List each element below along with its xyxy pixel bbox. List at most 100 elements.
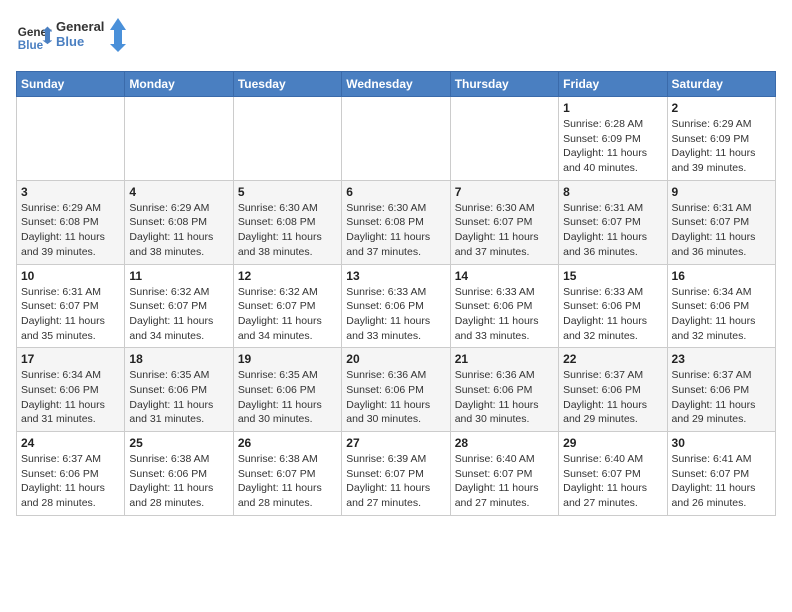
day-info: Sunrise: 6:38 AM Sunset: 6:07 PM Dayligh… bbox=[238, 452, 337, 511]
day-number: 15 bbox=[563, 269, 662, 283]
svg-text:Blue: Blue bbox=[18, 38, 44, 51]
day-number: 27 bbox=[346, 436, 445, 450]
day-number: 10 bbox=[21, 269, 120, 283]
day-number: 20 bbox=[346, 352, 445, 366]
day-number: 5 bbox=[238, 185, 337, 199]
logo: General Blue General Blue bbox=[16, 16, 126, 59]
day-info: Sunrise: 6:33 AM Sunset: 6:06 PM Dayligh… bbox=[455, 285, 554, 344]
calendar-cell: 14Sunrise: 6:33 AM Sunset: 6:06 PM Dayli… bbox=[450, 264, 558, 348]
day-info: Sunrise: 6:29 AM Sunset: 6:08 PM Dayligh… bbox=[21, 201, 120, 260]
day-info: Sunrise: 6:37 AM Sunset: 6:06 PM Dayligh… bbox=[672, 368, 771, 427]
day-info: Sunrise: 6:37 AM Sunset: 6:06 PM Dayligh… bbox=[563, 368, 662, 427]
calendar-cell: 18Sunrise: 6:35 AM Sunset: 6:06 PM Dayli… bbox=[125, 348, 233, 432]
day-number: 12 bbox=[238, 269, 337, 283]
calendar-cell: 12 Sunrise: 6:32 AM Sunset: 6:07 PM Dayli… bbox=[233, 264, 341, 348]
calendar-cell: 13Sunrise: 6:33 AM Sunset: 6:06 PM Dayli… bbox=[342, 264, 450, 348]
day-info: Sunrise: 6:34 AM Sunset: 6:06 PM Dayligh… bbox=[21, 368, 120, 427]
day-number: 22 bbox=[563, 352, 662, 366]
day-info: Sunrise: 6:31 AM Sunset: 6:07 PM Dayligh… bbox=[672, 201, 771, 260]
day-number: 1 bbox=[563, 101, 662, 115]
day-info: Sunrise: 6:31 AM Sunset: 6:07 PM Dayligh… bbox=[563, 201, 662, 260]
calendar-cell: 22 Sunrise: 6:37 AM Sunset: 6:06 PM Dayli… bbox=[559, 348, 667, 432]
day-info: Sunrise: 6:36 AM Sunset: 6:06 PM Dayligh… bbox=[455, 368, 554, 427]
calendar-header: SundayMondayTuesdayWednesdayThursdayFrid… bbox=[17, 72, 776, 97]
day-info: Sunrise: 6:29 AM Sunset: 6:09 PM Dayligh… bbox=[672, 117, 771, 176]
calendar-cell: 9Sunrise: 6:31 AM Sunset: 6:07 PM Daylig… bbox=[667, 180, 775, 264]
calendar-cell: 21 Sunrise: 6:36 AM Sunset: 6:06 PM Dayli… bbox=[450, 348, 558, 432]
day-number: 3 bbox=[21, 185, 120, 199]
day-number: 25 bbox=[129, 436, 228, 450]
weekday-header: Thursday bbox=[450, 72, 558, 97]
weekday-header: Tuesday bbox=[233, 72, 341, 97]
calendar-week-row: 10Sunrise: 6:31 AM Sunset: 6:07 PM Dayli… bbox=[17, 264, 776, 348]
calendar-cell: 1 Sunrise: 6:28 AM Sunset: 6:09 PM Daylig… bbox=[559, 97, 667, 181]
day-number: 19 bbox=[238, 352, 337, 366]
day-number: 24 bbox=[21, 436, 120, 450]
day-number: 17 bbox=[21, 352, 120, 366]
day-info: Sunrise: 6:34 AM Sunset: 6:06 PM Dayligh… bbox=[672, 285, 771, 344]
calendar-cell: 10Sunrise: 6:31 AM Sunset: 6:07 PM Dayli… bbox=[17, 264, 125, 348]
calendar-cell bbox=[17, 97, 125, 181]
calendar-cell: 27 Sunrise: 6:39 AM Sunset: 6:07 PM Dayli… bbox=[342, 432, 450, 516]
day-info: Sunrise: 6:35 AM Sunset: 6:06 PM Dayligh… bbox=[238, 368, 337, 427]
calendar-week-row: 3 Sunrise: 6:29 AM Sunset: 6:08 PM Daylig… bbox=[17, 180, 776, 264]
day-number: 6 bbox=[346, 185, 445, 199]
calendar-cell: 16 Sunrise: 6:34 AM Sunset: 6:06 PM Dayli… bbox=[667, 264, 775, 348]
calendar-week-row: 1 Sunrise: 6:28 AM Sunset: 6:09 PM Daylig… bbox=[17, 97, 776, 181]
day-info: Sunrise: 6:30 AM Sunset: 6:07 PM Dayligh… bbox=[455, 201, 554, 260]
calendar-cell: 30 Sunrise: 6:41 AM Sunset: 6:07 PM Dayli… bbox=[667, 432, 775, 516]
day-info: Sunrise: 6:29 AM Sunset: 6:08 PM Dayligh… bbox=[129, 201, 228, 260]
calendar-cell: 8Sunrise: 6:31 AM Sunset: 6:07 PM Daylig… bbox=[559, 180, 667, 264]
calendar-cell: 24Sunrise: 6:37 AM Sunset: 6:06 PM Dayli… bbox=[17, 432, 125, 516]
day-number: 30 bbox=[672, 436, 771, 450]
day-number: 2 bbox=[672, 101, 771, 115]
calendar-cell: 6Sunrise: 6:30 AM Sunset: 6:08 PM Daylig… bbox=[342, 180, 450, 264]
day-number: 16 bbox=[672, 269, 771, 283]
day-info: Sunrise: 6:32 AM Sunset: 6:07 PM Dayligh… bbox=[129, 285, 228, 344]
calendar-cell: 7 Sunrise: 6:30 AM Sunset: 6:07 PM Daylig… bbox=[450, 180, 558, 264]
day-number: 11 bbox=[129, 269, 228, 283]
day-info: Sunrise: 6:39 AM Sunset: 6:07 PM Dayligh… bbox=[346, 452, 445, 511]
weekday-header: Saturday bbox=[667, 72, 775, 97]
day-info: Sunrise: 6:36 AM Sunset: 6:06 PM Dayligh… bbox=[346, 368, 445, 427]
day-info: Sunrise: 6:33 AM Sunset: 6:06 PM Dayligh… bbox=[563, 285, 662, 344]
calendar-cell bbox=[450, 97, 558, 181]
page-header: General Blue General Blue bbox=[16, 16, 776, 59]
calendar-cell bbox=[125, 97, 233, 181]
day-number: 21 bbox=[455, 352, 554, 366]
calendar-cell: 28 Sunrise: 6:40 AM Sunset: 6:07 PM Dayli… bbox=[450, 432, 558, 516]
day-number: 4 bbox=[129, 185, 228, 199]
calendar-week-row: 24Sunrise: 6:37 AM Sunset: 6:06 PM Dayli… bbox=[17, 432, 776, 516]
day-info: Sunrise: 6:40 AM Sunset: 6:07 PM Dayligh… bbox=[563, 452, 662, 511]
calendar-cell: 23 Sunrise: 6:37 AM Sunset: 6:06 PM Dayli… bbox=[667, 348, 775, 432]
day-number: 26 bbox=[238, 436, 337, 450]
svg-text:General: General bbox=[56, 19, 104, 34]
day-info: Sunrise: 6:38 AM Sunset: 6:06 PM Dayligh… bbox=[129, 452, 228, 511]
day-info: Sunrise: 6:30 AM Sunset: 6:08 PM Dayligh… bbox=[238, 201, 337, 260]
calendar-cell: 26 Sunrise: 6:38 AM Sunset: 6:07 PM Dayli… bbox=[233, 432, 341, 516]
weekday-header: Monday bbox=[125, 72, 233, 97]
calendar-cell: 5 Sunrise: 6:30 AM Sunset: 6:08 PM Daylig… bbox=[233, 180, 341, 264]
calendar-table: SundayMondayTuesdayWednesdayThursdayFrid… bbox=[16, 71, 776, 516]
calendar-cell: 3 Sunrise: 6:29 AM Sunset: 6:08 PM Daylig… bbox=[17, 180, 125, 264]
calendar-cell: 15 Sunrise: 6:33 AM Sunset: 6:06 PM Dayli… bbox=[559, 264, 667, 348]
calendar-cell: 29 Sunrise: 6:40 AM Sunset: 6:07 PM Dayli… bbox=[559, 432, 667, 516]
logo-svg: General Blue bbox=[56, 16, 126, 54]
calendar-cell: 20 Sunrise: 6:36 AM Sunset: 6:06 PM Dayli… bbox=[342, 348, 450, 432]
calendar-cell: 2 Sunrise: 6:29 AM Sunset: 6:09 PM Daylig… bbox=[667, 97, 775, 181]
logo-icon: General Blue bbox=[16, 20, 52, 56]
calendar-cell: 4 Sunrise: 6:29 AM Sunset: 6:08 PM Daylig… bbox=[125, 180, 233, 264]
calendar-cell: 11 Sunrise: 6:32 AM Sunset: 6:07 PM Dayli… bbox=[125, 264, 233, 348]
day-info: Sunrise: 6:32 AM Sunset: 6:07 PM Dayligh… bbox=[238, 285, 337, 344]
day-info: Sunrise: 6:40 AM Sunset: 6:07 PM Dayligh… bbox=[455, 452, 554, 511]
day-number: 28 bbox=[455, 436, 554, 450]
day-info: Sunrise: 6:28 AM Sunset: 6:09 PM Dayligh… bbox=[563, 117, 662, 176]
day-info: Sunrise: 6:41 AM Sunset: 6:07 PM Dayligh… bbox=[672, 452, 771, 511]
day-number: 23 bbox=[672, 352, 771, 366]
calendar-cell bbox=[342, 97, 450, 181]
day-number: 29 bbox=[563, 436, 662, 450]
day-info: Sunrise: 6:35 AM Sunset: 6:06 PM Dayligh… bbox=[129, 368, 228, 427]
calendar-cell bbox=[233, 97, 341, 181]
calendar-cell: 19 Sunrise: 6:35 AM Sunset: 6:06 PM Dayli… bbox=[233, 348, 341, 432]
day-number: 7 bbox=[455, 185, 554, 199]
